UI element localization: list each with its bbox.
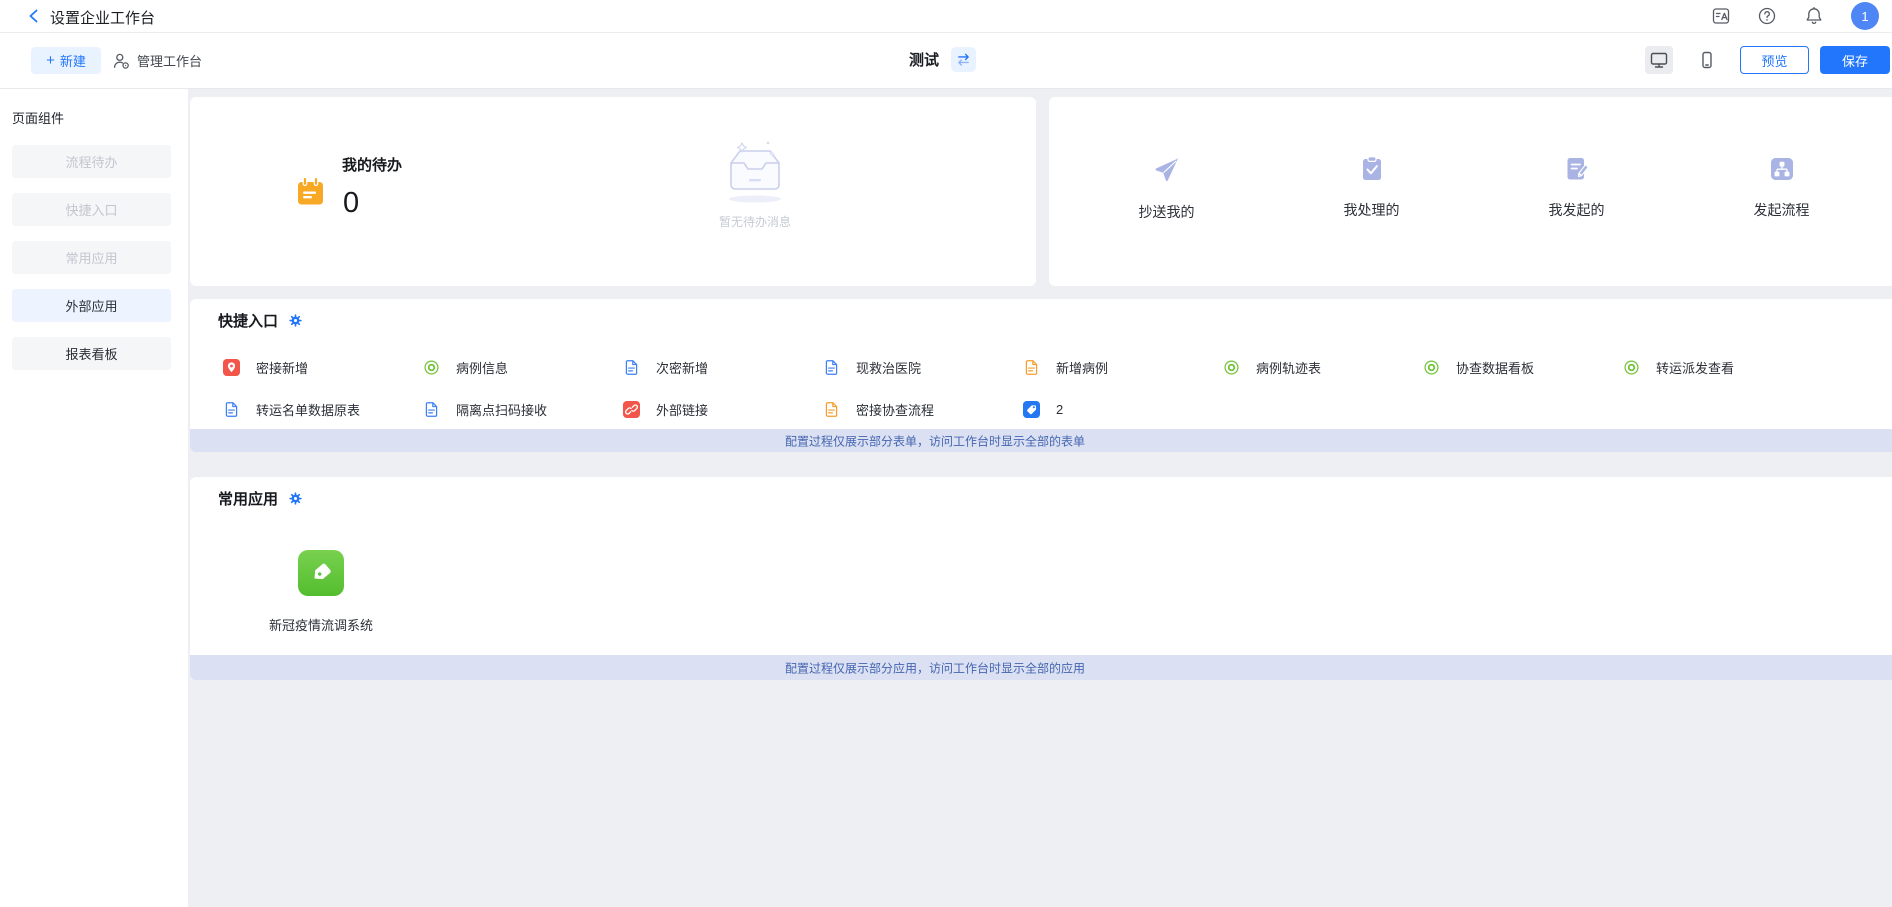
quick-entry-title-row: 快捷入口 [218, 310, 302, 331]
doc-blue-icon [423, 401, 440, 418]
quick-entry-item[interactable]: 新增病例 [1014, 358, 1214, 377]
app-label: 新冠疫情流调系统 [269, 615, 373, 634]
quick-entry-card: 快捷入口 密接新增 病例信息 [190, 299, 1892, 452]
app-item[interactable]: 新冠疫情流调系统 [275, 550, 367, 634]
help-icon[interactable] [1757, 6, 1777, 26]
page-title: 设置企业工作台 [50, 7, 155, 28]
sidebar-component-item[interactable]: 快捷入口 [12, 193, 171, 226]
common-apps-card: 常用应用 新冠疫情流调系统 配置过程仅展示部分应用，访问工作台时显示全部的应用 [190, 477, 1892, 680]
todo-card: 我的待办 0 暂无待办消息 [190, 97, 1036, 286]
quick-entry-item[interactable]: 2 [1014, 401, 1214, 418]
save-button[interactable]: 保存 [1820, 46, 1890, 74]
quick-entry-item[interactable]: 协查数据看板 [1414, 358, 1614, 377]
target-green-icon [1623, 359, 1640, 376]
target-green-icon [423, 359, 440, 376]
target-green-icon [1223, 359, 1240, 376]
org-chart-icon [1768, 155, 1796, 183]
empty-inbox-illustration [711, 139, 799, 205]
process-action-item[interactable]: 发起流程 [1679, 155, 1884, 222]
common-apps-notice-bar: 配置过程仅展示部分应用，访问工作台时显示全部的应用 [190, 655, 1892, 680]
todo-card-title: 我的待办 [342, 154, 402, 175]
sidebar-component-list: 流程待办 快捷入口 常用应用 外部应用 报表看板 [12, 145, 171, 370]
person-gear-icon [112, 52, 130, 70]
process-actions-card: 抄送我的 我处理的 我发起的 发起流程 [1049, 97, 1892, 286]
app-green-tag-icon [298, 550, 344, 596]
doc-edit-icon [1563, 155, 1591, 183]
doc-blue-icon [623, 359, 640, 376]
back-chevron-icon[interactable] [26, 8, 42, 24]
switch-workspace-icon[interactable] [951, 47, 976, 72]
common-apps-settings-gear-icon[interactable] [289, 492, 302, 505]
quick-entry-item[interactable]: 次密新增 [614, 358, 814, 377]
quick-entry-item[interactable]: 病例信息 [414, 358, 614, 377]
process-action-item[interactable]: 我处理的 [1269, 155, 1474, 222]
user-avatar[interactable]: 1 [1851, 2, 1879, 30]
workspace-switcher: 测试 [909, 47, 976, 72]
top-navbar: 设置企业工作台 1 [0, 0, 1892, 33]
sidebar-heading: 页面组件 [12, 108, 64, 127]
link-red-icon [623, 401, 640, 418]
quick-entry-item[interactable]: 转运名单数据原表 [214, 400, 414, 419]
target-green-icon [1423, 359, 1440, 376]
monitor-icon [1649, 50, 1669, 70]
todo-empty-text: 暂无待办消息 [710, 213, 800, 230]
pin-red-icon [223, 359, 240, 376]
mobile-view-toggle[interactable] [1693, 46, 1721, 74]
quick-entry-row-2: 转运名单数据原表 隔离点扫码接收 外部链接 密接协查流程 [214, 390, 1892, 428]
translate-icon[interactable] [1711, 6, 1731, 26]
desktop-view-toggle[interactable] [1645, 46, 1673, 74]
quick-entry-item[interactable]: 密接协查流程 [814, 400, 1014, 419]
tag-blue-icon [1023, 401, 1040, 418]
quick-entry-notice-text: 配置过程仅展示部分表单，访问工作台时显示全部的表单 [785, 432, 1085, 449]
doc-blue-icon [223, 401, 240, 418]
quick-entry-settings-gear-icon[interactable] [289, 314, 302, 327]
send-icon [1152, 155, 1182, 185]
bell-icon[interactable] [1804, 6, 1824, 26]
doc-orange-icon [1023, 359, 1040, 376]
common-apps-notice-text: 配置过程仅展示部分应用，访问工作台时显示全部的应用 [785, 659, 1085, 676]
sidebar-component-item[interactable]: 报表看板 [12, 337, 171, 370]
quick-entry-item[interactable]: 现救治医院 [814, 358, 1014, 377]
new-component-button[interactable]: + 新建 [31, 47, 101, 74]
phone-icon [1697, 50, 1717, 70]
components-sidebar: 页面组件 流程待办 快捷入口 常用应用 外部应用 报表看板 [0, 89, 189, 907]
workbench-editor: 设置企业工作台 1 + 新建 管理工作台 测试 [0, 0, 1892, 907]
todo-count: 0 [343, 187, 359, 220]
sidebar-component-item[interactable]: 外部应用 [12, 289, 171, 322]
doc-blue-icon [823, 359, 840, 376]
todo-calendar-icon [296, 176, 325, 206]
quick-entry-item[interactable]: 密接新增 [214, 358, 414, 377]
canvas-area: 我的待办 0 暂无待办消息 [189, 89, 1892, 907]
doc-orange-icon [823, 401, 840, 418]
preview-button[interactable]: 预览 [1740, 46, 1809, 74]
process-actions-list: 抄送我的 我处理的 我发起的 发起流程 [1064, 155, 1884, 222]
manage-workbench-button[interactable]: 管理工作台 [112, 47, 202, 74]
quick-entry-item[interactable]: 转运派发查看 [1614, 358, 1814, 377]
clipboard-check-icon [1358, 155, 1386, 183]
quick-entry-item[interactable]: 隔离点扫码接收 [414, 400, 614, 419]
editor-toolbar: + 新建 管理工作台 测试 预览 保存 [0, 33, 1892, 89]
quick-entry-row-1: 密接新增 病例信息 次密新增 现救治医院 [214, 348, 1892, 386]
quick-entry-item[interactable]: 外部链接 [614, 400, 814, 419]
process-action-item[interactable]: 抄送我的 [1064, 155, 1269, 222]
quick-entry-notice-bar: 配置过程仅展示部分表单，访问工作台时显示全部的表单 [190, 429, 1892, 452]
common-apps-title: 常用应用 [218, 488, 278, 509]
common-apps-title-row: 常用应用 [218, 488, 302, 509]
quick-entry-item[interactable]: 病例轨迹表 [1214, 358, 1414, 377]
plus-icon: + [46, 53, 55, 68]
process-action-item[interactable]: 我发起的 [1474, 155, 1679, 222]
sidebar-component-item[interactable]: 流程待办 [12, 145, 171, 178]
quick-entry-title: 快捷入口 [218, 310, 278, 331]
workspace-name: 测试 [909, 49, 939, 70]
sidebar-component-item[interactable]: 常用应用 [12, 241, 171, 274]
todo-empty-state: 暂无待办消息 [710, 139, 800, 230]
